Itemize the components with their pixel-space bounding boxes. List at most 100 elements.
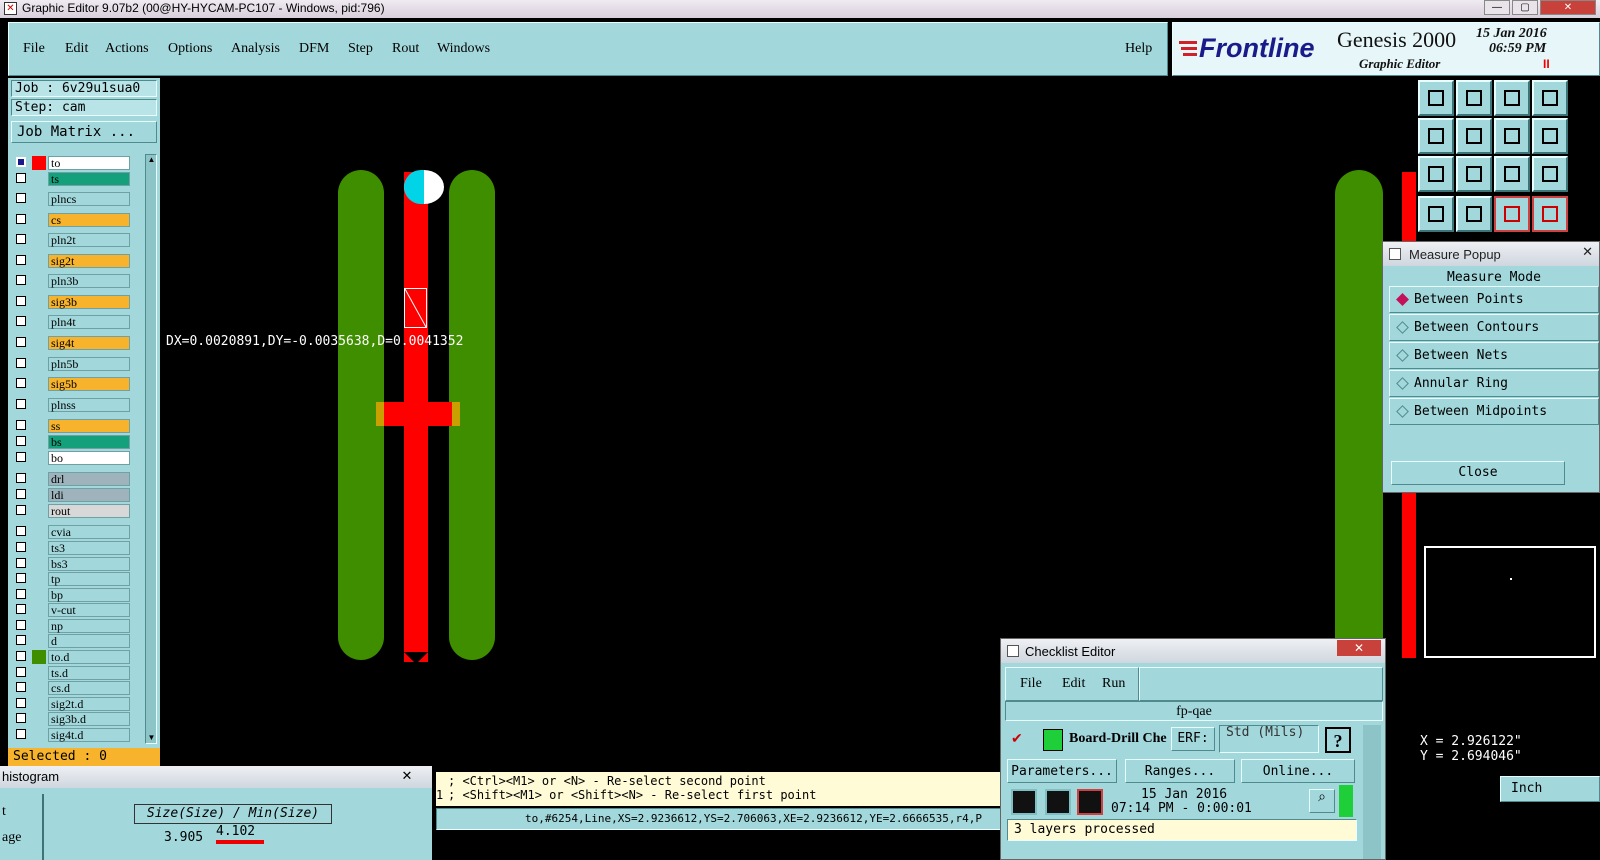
layer-name[interactable]: to.d [48, 650, 130, 664]
layer-row-to[interactable]: to [14, 156, 130, 170]
online-button[interactable]: Online... [1241, 759, 1355, 783]
measure-option-between-points[interactable]: Between Points [1389, 286, 1599, 313]
layer-list-scrollbar[interactable]: ▲ ▼ [145, 154, 157, 744]
layer-checkbox[interactable] [16, 436, 26, 446]
menu-rout[interactable]: Rout [392, 41, 419, 57]
layer-checkbox[interactable] [16, 635, 26, 645]
layer-name[interactable]: pln5b [48, 357, 130, 371]
layer-name[interactable]: to [48, 156, 130, 170]
layer-row-sig3b-d[interactable]: sig3b.d [14, 712, 130, 726]
layer-row-plncs[interactable]: plncs [14, 192, 130, 206]
layer-checkbox[interactable] [16, 452, 26, 462]
layer-row-pln4t[interactable]: pln4t [14, 315, 130, 329]
layer-row-ss[interactable]: ss [14, 419, 130, 433]
layer-checkbox[interactable] [16, 255, 26, 265]
maximize-button[interactable]: ▢ [1512, 0, 1538, 15]
layer-name[interactable]: rout [48, 504, 130, 518]
tool-net2-icon[interactable] [1532, 196, 1568, 232]
layer-name[interactable]: v-cut [48, 603, 130, 617]
menu-analysis[interactable]: Analysis [231, 41, 280, 57]
layer-name[interactable]: ss [48, 419, 130, 433]
menu-dfm[interactable]: DFM [299, 41, 329, 57]
layer-checkbox[interactable] [16, 713, 26, 723]
layer-name[interactable]: cs.d [48, 681, 130, 695]
tool-down-icon[interactable] [1456, 80, 1492, 116]
layer-name[interactable]: pln3b [48, 274, 130, 288]
menu-edit[interactable]: Edit [65, 41, 88, 57]
tool-home-icon[interactable] [1494, 80, 1530, 116]
units-selector[interactable]: Inch [1500, 776, 1600, 802]
tool-grid-icon[interactable] [1456, 196, 1492, 232]
close-icon[interactable]: ✕ [1582, 244, 1593, 260]
layer-row-bs3[interactable]: bs3 [14, 557, 130, 571]
layer-name[interactable]: drl [48, 472, 130, 486]
layer-checkbox[interactable] [16, 337, 26, 347]
layer-row-v-cut[interactable]: v-cut [14, 603, 130, 617]
layer-name[interactable]: sig5b [48, 377, 130, 391]
layer-checkbox[interactable] [16, 682, 26, 692]
menu-help[interactable]: Help [1125, 41, 1152, 57]
tool-left-icon[interactable] [1418, 118, 1454, 154]
ranges-button[interactable]: Ranges... [1125, 759, 1235, 783]
tool-home-up-icon[interactable] [1418, 80, 1454, 116]
layer-name[interactable]: plnss [48, 398, 130, 412]
layer-row-ts-d[interactable]: ts.d [14, 666, 130, 680]
layer-row-plnss[interactable]: plnss [14, 398, 130, 412]
checklist-scrollbar[interactable] [1363, 725, 1381, 859]
layer-checkbox[interactable] [16, 193, 26, 203]
menu-options[interactable]: Options [168, 41, 212, 57]
checklist-help-button[interactable]: ? [1325, 727, 1351, 753]
layer-name[interactable]: bo [48, 451, 130, 465]
layer-row-drl[interactable]: drl [14, 472, 130, 486]
erf-value-field[interactable]: Std (Mils) [1219, 725, 1319, 753]
layer-checkbox[interactable] [16, 296, 26, 306]
report-search-icon[interactable]: ⌕ [1309, 789, 1335, 813]
layer-checkbox[interactable] [16, 316, 26, 326]
layer-name[interactable]: sig4t [48, 336, 130, 350]
check-mark-icon[interactable]: ✔ [1011, 731, 1023, 748]
layer-row-ldi[interactable]: ldi [14, 488, 130, 502]
layer-row-sig2t[interactable]: sig2t [14, 254, 130, 268]
measure-option-between-midpoints[interactable]: Between Midpoints [1389, 398, 1599, 425]
measure-option-between-nets[interactable]: Between Nets [1389, 342, 1599, 369]
layer-row-bs[interactable]: bs [14, 435, 130, 449]
job-matrix-button[interactable]: Job Matrix ... [11, 121, 157, 143]
layer-row-tp[interactable]: tp [14, 572, 130, 586]
histogram-close-icon[interactable]: ✕ [386, 768, 428, 784]
layer-name[interactable]: ts3 [48, 541, 130, 555]
tool-zoom-fit-icon[interactable] [1418, 156, 1454, 192]
layer-row-sig4t-d[interactable]: sig4t.d [14, 728, 130, 742]
layer-name[interactable]: tp [48, 572, 130, 586]
layer-checkbox[interactable] [16, 505, 26, 515]
layer-row-pln3b[interactable]: pln3b [14, 274, 130, 288]
layer-checkbox[interactable] [16, 589, 26, 599]
layer-row-d[interactable]: d [14, 634, 130, 648]
layer-name[interactable]: cvia [48, 525, 130, 539]
layer-row-sig5b[interactable]: sig5b [14, 377, 130, 391]
tool-query-icon[interactable] [1532, 156, 1568, 192]
check-action-label[interactable]: Board-Drill Che [1069, 731, 1171, 747]
layer-row-rout[interactable]: rout [14, 504, 130, 518]
layer-row-np[interactable]: np [14, 619, 130, 633]
layer-checkbox[interactable] [16, 214, 26, 224]
tool-window-icon[interactable] [1532, 80, 1568, 116]
layer-checkbox[interactable] [16, 489, 26, 499]
layer-name[interactable]: sig2t.d [48, 697, 130, 711]
tool-undo-icon[interactable] [1494, 118, 1530, 154]
layer-checkbox[interactable] [16, 275, 26, 285]
layer-row-to-d[interactable]: to.d [14, 650, 130, 664]
layer-row-bp[interactable]: bp [14, 588, 130, 602]
menu-file[interactable]: File [23, 41, 45, 57]
layer-checkbox[interactable] [16, 399, 26, 409]
layer-checkbox[interactable] [16, 651, 26, 661]
layer-row-sig4t[interactable]: sig4t [14, 336, 130, 350]
tool-snap-icon[interactable] [1532, 118, 1568, 154]
layer-row-sig2t-d[interactable]: sig2t.d [14, 697, 130, 711]
layer-row-bo[interactable]: bo [14, 451, 130, 465]
layer-checkbox[interactable] [16, 573, 26, 583]
run-stop-icon[interactable] [1077, 789, 1103, 815]
checklist-menu-file[interactable]: File [1020, 676, 1042, 692]
measure-option-between-contours[interactable]: Between Contours [1389, 314, 1599, 341]
layer-checkbox[interactable] [16, 157, 26, 167]
layer-row-cs[interactable]: cs [14, 213, 130, 227]
